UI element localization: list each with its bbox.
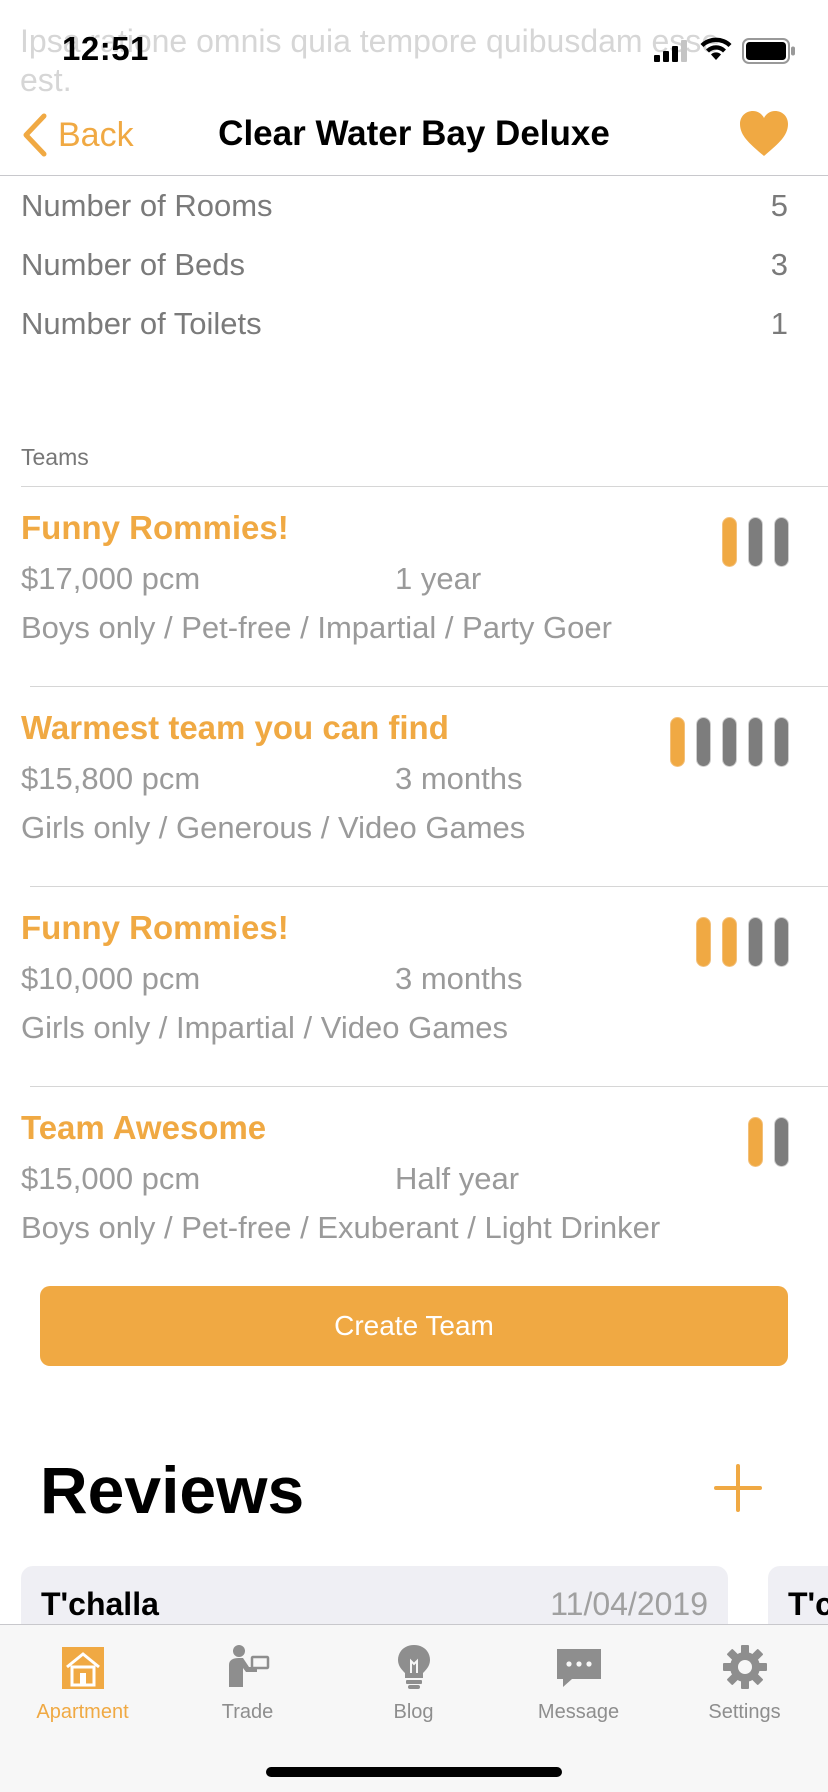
- team-row[interactable]: Team Awesome $15,000 pcm Half year Boys …: [0, 1087, 828, 1267]
- capacity-open-slot: [774, 917, 789, 967]
- tab-label: Apartment: [36, 1701, 129, 1723]
- chevron-left-icon: [23, 113, 47, 157]
- team-duration: 3 months: [395, 761, 523, 796]
- stat-label: Number of Toilets: [21, 306, 262, 341]
- lightbulb-icon: [397, 1645, 430, 1689]
- team-name: Team Awesome: [21, 1109, 267, 1146]
- capacity-open-slot: [748, 717, 763, 767]
- trade-icon: [228, 1645, 269, 1687]
- team-tags: Girls only / Generous / Video Games: [21, 810, 526, 845]
- tab-label: Message: [537, 1701, 620, 1723]
- tab-message[interactable]: Message: [496, 1625, 661, 1735]
- create-team-button[interactable]: Create Team: [40, 1286, 788, 1366]
- status-bar: 12:51: [0, 0, 828, 96]
- team-name: Warmest team you can find: [21, 709, 449, 746]
- stat-value: 1: [770, 306, 788, 341]
- capacity-open-slot: [774, 1117, 789, 1167]
- team-tags: Boys only / Pet-free / Exuberant / Light…: [21, 1210, 661, 1245]
- capacity-open-slot: [696, 717, 711, 767]
- team-price: $10,000 pcm: [21, 961, 201, 996]
- tab-blog[interactable]: Blog: [331, 1625, 496, 1735]
- cellular-signal-icon: [654, 40, 687, 62]
- stat-label: Number of Rooms: [21, 188, 273, 223]
- tab-apartment[interactable]: Apartment: [0, 1625, 165, 1735]
- add-review-plus-icon[interactable]: [712, 1462, 764, 1514]
- team-capacity-indicator: [670, 717, 789, 767]
- team-price: $15,800 pcm: [21, 761, 201, 796]
- capacity-open-slot: [774, 517, 789, 567]
- tab-settings[interactable]: Settings: [662, 1625, 827, 1735]
- home-indicator[interactable]: [266, 1767, 562, 1777]
- reviews-heading: Reviews: [40, 1453, 305, 1527]
- stat-label: Number of Beds: [21, 247, 245, 282]
- team-price: $15,000 pcm: [21, 1161, 201, 1196]
- stat-row-rooms: Number of Rooms 5: [21, 188, 788, 238]
- stat-row-toilets: Number of Toilets 1: [21, 306, 788, 356]
- team-capacity-indicator: [748, 1117, 789, 1167]
- navigation-bar: Back Clear Water Bay Deluxe: [0, 96, 828, 176]
- team-name: Funny Rommies!: [21, 509, 289, 546]
- teams-section-header: Teams: [21, 444, 89, 470]
- tab-label: Settings: [708, 1701, 781, 1723]
- team-price: $17,000 pcm: [21, 561, 201, 596]
- capacity-filled-slot: [722, 517, 737, 567]
- review-date: 11/04/2019: [550, 1586, 708, 1622]
- back-button-label: Back: [58, 115, 134, 154]
- capacity-filled-slot: [722, 917, 737, 967]
- battery-icon: [742, 38, 795, 64]
- team-tags: Girls only / Impartial / Video Games: [21, 1010, 508, 1045]
- capacity-filled-slot: [670, 717, 685, 767]
- stat-row-beds: Number of Beds 3: [21, 247, 788, 297]
- favorite-heart-icon[interactable]: [738, 110, 790, 158]
- back-button[interactable]: Back: [20, 110, 134, 160]
- capacity-open-slot: [748, 517, 763, 567]
- message-icon: [556, 1649, 601, 1687]
- tab-label: Blog: [393, 1701, 434, 1723]
- capacity-filled-slot: [748, 1117, 763, 1167]
- team-name: Funny Rommies!: [21, 909, 289, 946]
- team-row[interactable]: Funny Rommies! $17,000 pcm 1 year Boys o…: [0, 487, 828, 687]
- team-row[interactable]: Warmest team you can find $15,800 pcm 3 …: [0, 687, 828, 887]
- wifi-icon: [700, 37, 732, 60]
- team-duration: 3 months: [395, 961, 523, 996]
- capacity-open-slot: [774, 717, 789, 767]
- status-time: 12:51: [62, 30, 149, 67]
- team-tags: Boys only / Pet-free / Impartial / Party…: [21, 610, 612, 645]
- stat-value: 3: [770, 247, 788, 282]
- capacity-open-slot: [722, 717, 737, 767]
- reviewer-name: T'challa: [41, 1586, 159, 1622]
- gear-icon: [722, 1645, 767, 1689]
- team-duration: 1 year: [395, 561, 482, 596]
- capacity-open-slot: [748, 917, 763, 967]
- tab-label: Trade: [221, 1701, 274, 1723]
- team-row[interactable]: Funny Rommies! $10,000 pcm 3 months Girl…: [0, 887, 828, 1087]
- team-capacity-indicator: [722, 517, 789, 567]
- reviewer-name: T'c: [788, 1586, 828, 1622]
- tab-trade[interactable]: Trade: [165, 1625, 330, 1735]
- team-capacity-indicator: [696, 917, 789, 967]
- team-duration: Half year: [395, 1161, 520, 1196]
- apartment-icon: [61, 1647, 104, 1689]
- capacity-filled-slot: [696, 917, 711, 967]
- stat-value: 5: [770, 188, 788, 223]
